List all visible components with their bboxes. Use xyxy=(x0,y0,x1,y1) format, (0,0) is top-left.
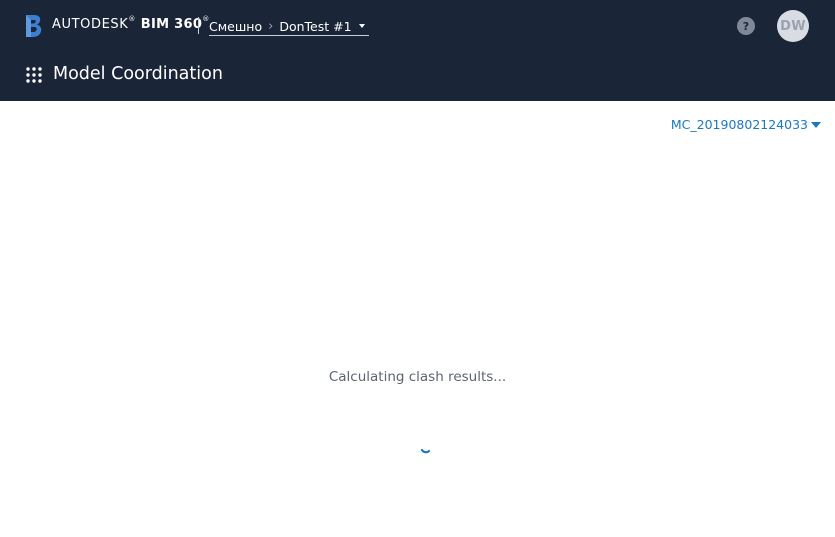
brand-product: BIM 360 xyxy=(140,17,203,32)
top-header: AUTODESK® BIM 360® Смешно › DonTest #1 ?… xyxy=(0,0,835,101)
model-set-name: MC_20190802124033 xyxy=(670,117,808,132)
header-divider xyxy=(198,17,199,34)
model-set-selector[interactable]: MC_20190802124033 xyxy=(671,117,821,132)
loading-spinner-icon xyxy=(420,448,431,454)
product-brand[interactable]: AUTODESK® BIM 360® xyxy=(52,15,210,32)
breadcrumb-project[interactable]: DonTest #1 xyxy=(279,19,351,34)
bim360-logo-icon[interactable] xyxy=(25,14,43,38)
chevron-down-icon[interactable] xyxy=(358,24,365,28)
user-avatar[interactable]: DW xyxy=(777,10,809,42)
project-breadcrumb[interactable]: Смешно › DonTest #1 xyxy=(209,17,369,36)
brand-trademark: ® xyxy=(128,15,136,23)
breadcrumb-account[interactable]: Смешно xyxy=(209,19,262,34)
breadcrumb-separator-icon: › xyxy=(268,18,274,34)
loading-status-text: Calculating clash results... xyxy=(328,369,507,385)
module-title[interactable]: Model Coordination xyxy=(53,64,223,84)
chevron-down-icon xyxy=(811,121,821,128)
help-icon[interactable]: ? xyxy=(737,17,755,35)
apps-grid-icon[interactable] xyxy=(26,67,42,83)
brand-autodesk: AUTODESK xyxy=(52,17,129,32)
